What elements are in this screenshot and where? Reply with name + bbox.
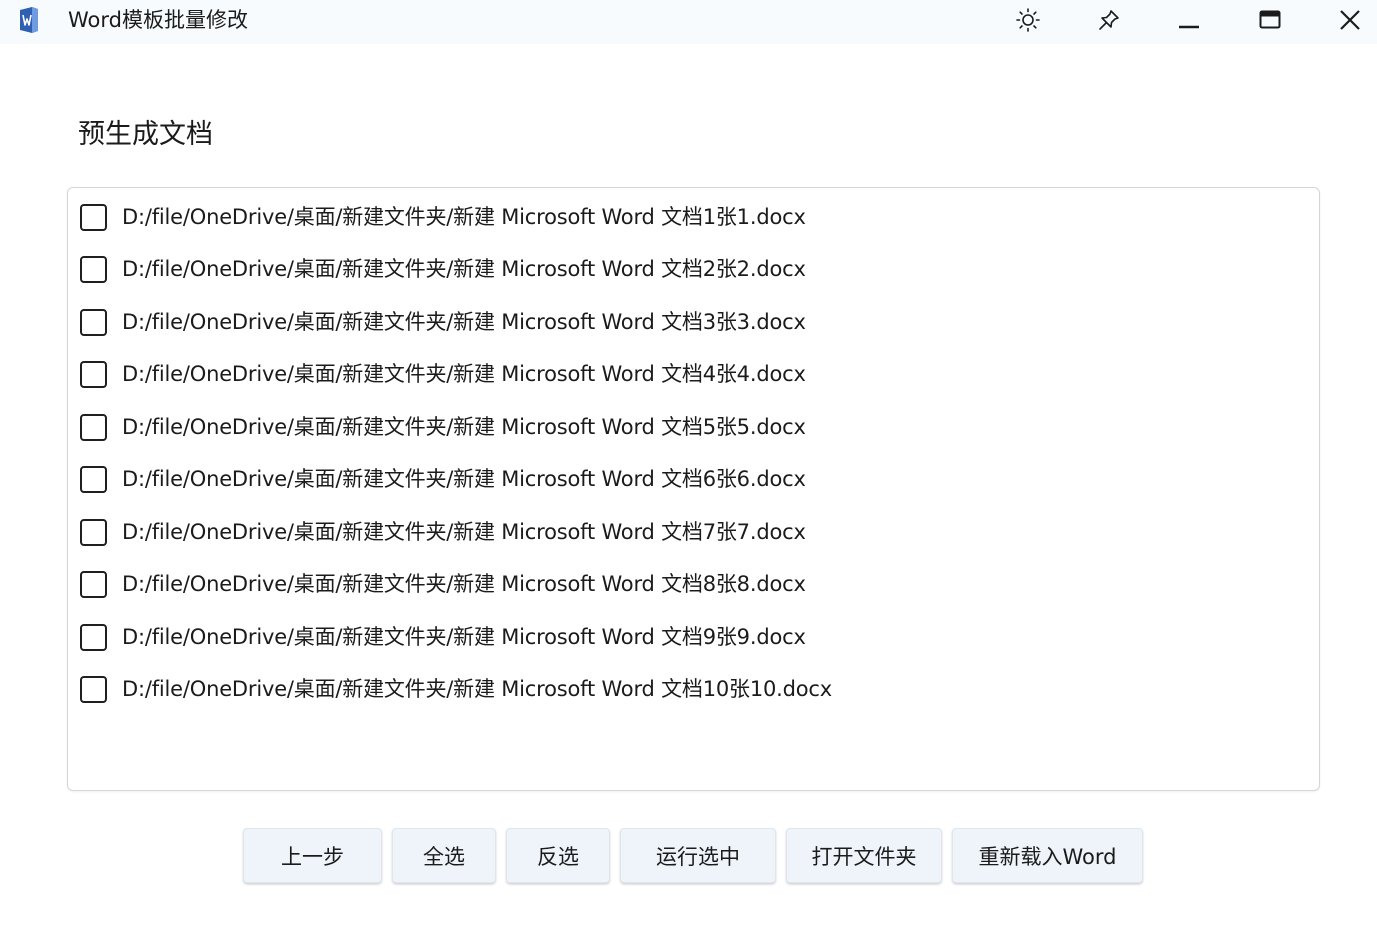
item-checkbox[interactable] (80, 675, 107, 703)
close-button[interactable] (1320, 0, 1377, 40)
item-label: D:/file/OneDrive/桌面/新建文件夹/新建 Microsoft W… (122, 257, 806, 281)
item-label: D:/file/OneDrive/桌面/新建文件夹/新建 Microsoft W… (122, 625, 806, 649)
item-checkbox[interactable] (80, 518, 107, 546)
word-app-icon (20, 7, 38, 33)
list-item[interactable]: D:/file/OneDrive/桌面/新建文件夹/新建 Microsoft W… (80, 620, 1180, 654)
close-icon (1340, 10, 1360, 30)
select-all-button[interactable]: 全选 (392, 828, 496, 883)
item-label: D:/file/OneDrive/桌面/新建文件夹/新建 Microsoft W… (122, 205, 806, 229)
item-label: D:/file/OneDrive/桌面/新建文件夹/新建 Microsoft W… (122, 677, 832, 701)
maximize-button[interactable] (1240, 0, 1300, 40)
item-checkbox[interactable] (80, 255, 107, 283)
list-item[interactable]: D:/file/OneDrive/桌面/新建文件夹/新建 Microsoft W… (80, 200, 1180, 234)
list-item[interactable]: D:/file/OneDrive/桌面/新建文件夹/新建 Microsoft W… (80, 672, 1180, 706)
item-checkbox[interactable] (80, 360, 107, 388)
list-item[interactable]: D:/file/OneDrive/桌面/新建文件夹/新建 Microsoft W… (80, 357, 1180, 391)
list-item[interactable]: D:/file/OneDrive/桌面/新建文件夹/新建 Microsoft W… (80, 515, 1180, 549)
reload-word-button[interactable]: 重新载入Word (952, 828, 1143, 883)
item-checkbox[interactable] (80, 465, 107, 493)
list-item[interactable]: D:/file/OneDrive/桌面/新建文件夹/新建 Microsoft W… (80, 305, 1180, 339)
list-item[interactable]: D:/file/OneDrive/桌面/新建文件夹/新建 Microsoft W… (80, 462, 1180, 496)
item-label: D:/file/OneDrive/桌面/新建文件夹/新建 Microsoft W… (122, 415, 806, 439)
maximize-icon (1259, 10, 1281, 29)
minimize-icon (1179, 25, 1199, 29)
theme-toggle-button[interactable] (998, 0, 1058, 40)
document-list[interactable]: D:/file/OneDrive/桌面/新建文件夹/新建 Microsoft W… (67, 187, 1320, 791)
minimize-button[interactable] (1159, 0, 1219, 40)
item-checkbox[interactable] (80, 413, 107, 441)
item-checkbox[interactable] (80, 308, 107, 336)
invert-selection-button[interactable]: 反选 (506, 828, 610, 883)
pin-button[interactable] (1079, 0, 1139, 40)
item-label: D:/file/OneDrive/桌面/新建文件夹/新建 Microsoft W… (122, 362, 806, 386)
item-label: D:/file/OneDrive/桌面/新建文件夹/新建 Microsoft W… (122, 310, 806, 334)
item-checkbox[interactable] (80, 570, 107, 598)
item-label: D:/file/OneDrive/桌面/新建文件夹/新建 Microsoft W… (122, 572, 806, 596)
list-item[interactable]: D:/file/OneDrive/桌面/新建文件夹/新建 Microsoft W… (80, 567, 1180, 601)
item-checkbox[interactable] (80, 203, 107, 231)
pin-icon (1099, 10, 1119, 30)
open-folder-button[interactable]: 打开文件夹 (786, 828, 942, 883)
item-checkbox[interactable] (80, 623, 107, 651)
run-selected-button[interactable]: 运行选中 (620, 828, 776, 883)
item-label: D:/file/OneDrive/桌面/新建文件夹/新建 Microsoft W… (122, 467, 806, 491)
item-label: D:/file/OneDrive/桌面/新建文件夹/新建 Microsoft W… (122, 520, 806, 544)
list-item[interactable]: D:/file/OneDrive/桌面/新建文件夹/新建 Microsoft W… (80, 252, 1180, 286)
previous-step-button[interactable]: 上一步 (243, 828, 382, 883)
section-title: 预生成文档 (78, 119, 213, 150)
title-bar[interactable]: Word模板批量修改 (0, 0, 1377, 44)
sun-icon (1016, 8, 1040, 32)
list-item[interactable]: D:/file/OneDrive/桌面/新建文件夹/新建 Microsoft W… (80, 410, 1180, 444)
window-title: Word模板批量修改 (68, 8, 248, 32)
